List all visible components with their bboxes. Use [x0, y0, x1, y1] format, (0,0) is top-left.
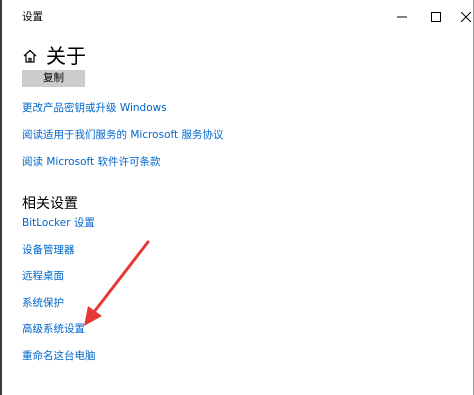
maximize-button[interactable]: [419, 0, 453, 33]
home-icon[interactable]: [22, 48, 38, 64]
link-system-protection[interactable]: 系统保护: [22, 295, 64, 310]
link-license-terms[interactable]: 阅读 Microsoft 软件许可条款: [22, 154, 160, 169]
page-header: 关于: [22, 42, 86, 70]
link-upgrade-windows[interactable]: 更改产品密钥或升级 Windows: [22, 100, 167, 115]
title-bar: 设置: [2, 0, 473, 33]
copy-button[interactable]: 复制: [22, 70, 85, 87]
settings-window: 设置 关于 复制 更改产品密钥或升级 Windows 阅读适用于我们服务的 Mi…: [0, 0, 474, 395]
link-advanced-system-settings[interactable]: 高级系统设置: [22, 321, 85, 336]
minimize-icon: [397, 16, 407, 17]
related-settings-heading: 相关设置: [22, 196, 78, 212]
link-services-agreement[interactable]: 阅读适用于我们服务的 Microsoft 服务协议: [22, 127, 223, 142]
link-bitlocker-settings[interactable]: BitLocker 设置: [22, 215, 95, 230]
close-icon: [461, 11, 471, 22]
link-remote-desktop[interactable]: 远程桌面: [22, 268, 64, 283]
page-title: 关于: [46, 44, 86, 68]
link-rename-pc[interactable]: 重命名这台电脑: [22, 348, 96, 363]
link-device-manager[interactable]: 设备管理器: [22, 242, 75, 257]
maximize-icon: [431, 11, 441, 22]
minimize-button[interactable]: [385, 0, 419, 33]
window-title: 设置: [22, 11, 43, 23]
close-button[interactable]: [449, 0, 474, 33]
